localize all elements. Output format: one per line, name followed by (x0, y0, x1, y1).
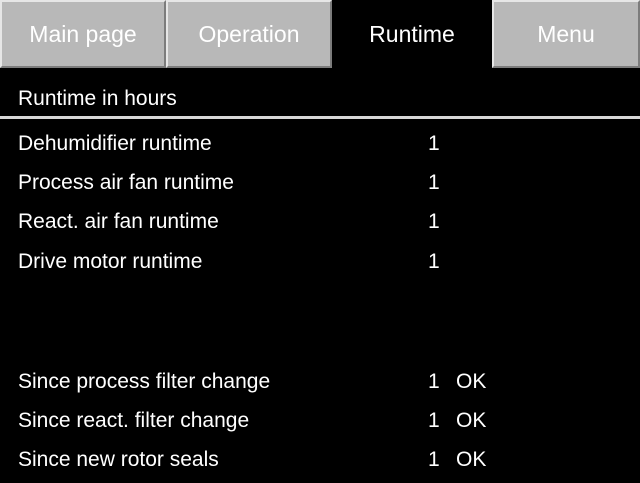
row-value: 1 (428, 448, 440, 471)
row-value: 1 (428, 171, 440, 194)
row-label: Process air fan runtime (18, 171, 234, 194)
row-label: Dehumidifier runtime (18, 132, 212, 155)
row-value: 1 (428, 132, 440, 155)
row-label: React. air fan runtime (18, 210, 219, 233)
maintenance-row-process-filter: Since process filter change 1 OK (0, 367, 640, 397)
tab-runtime[interactable]: Runtime (332, 0, 492, 68)
runtime-row-dehumidifier: Dehumidifier runtime 1 (0, 129, 640, 159)
runtime-row-react-air-fan: React. air fan runtime 1 (0, 207, 640, 237)
maintenance-row-rotor-seals: Since new rotor seals 1 OK (0, 445, 640, 475)
row-value: 1 (428, 370, 440, 393)
row-label: Since react. filter change (18, 409, 250, 432)
status-badge: OK (456, 370, 487, 393)
tab-operation[interactable]: Operation (166, 0, 332, 68)
row-value: 1 (428, 210, 440, 233)
tab-main-page[interactable]: Main page (0, 0, 166, 68)
row-label: Since process filter change (18, 370, 271, 393)
status-badge: OK (456, 448, 487, 471)
runtime-row-process-air-fan: Process air fan runtime 1 (0, 168, 640, 198)
row-label: Since new rotor seals (18, 448, 219, 471)
divider (0, 116, 640, 119)
row-value: 1 (428, 250, 440, 273)
runtime-row-drive-motor: Drive motor runtime 1 (0, 247, 640, 277)
tab-bar: Main page Operation Runtime Menu (0, 0, 640, 70)
status-badge: OK (456, 409, 487, 432)
maintenance-row-react-filter: Since react. filter change 1 OK (0, 406, 640, 436)
section-title: Runtime in hours (18, 87, 177, 110)
tab-menu[interactable]: Menu (492, 0, 640, 68)
row-label: Drive motor runtime (18, 250, 203, 273)
row-value: 1 (428, 409, 440, 432)
